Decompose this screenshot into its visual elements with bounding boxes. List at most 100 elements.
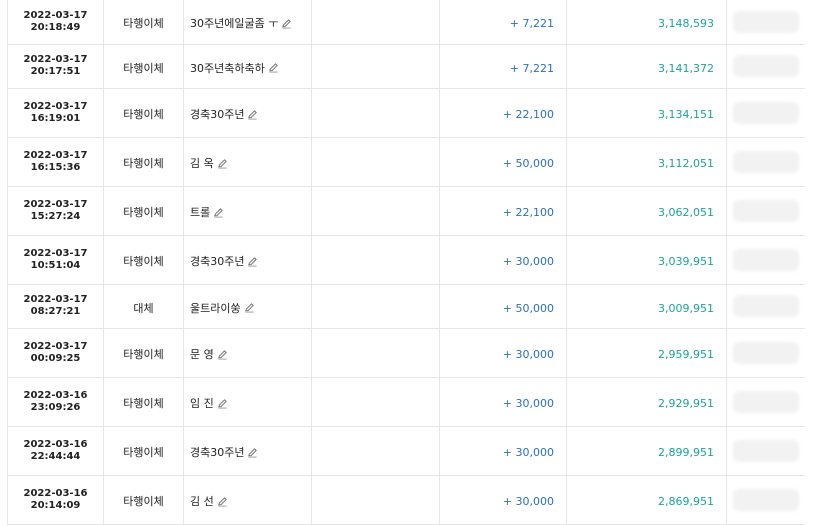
withdrawal-cell [311, 88, 440, 138]
balance-amount: 2,899,951 [658, 446, 714, 459]
transaction-type: 타행이체 [123, 108, 164, 121]
page-margin [805, 0, 835, 526]
transaction-date: 2022-03-17 [23, 247, 88, 259]
transaction-table-body: 2022-03-17 20:18:49 타행이체 30주년에일굴좀 ㅜ + 7,… [7, 0, 807, 525]
type-cell: 대체 [103, 284, 184, 329]
balance-cell: 3,039,951 [566, 235, 727, 285]
pencil-icon[interactable] [217, 398, 228, 409]
type-cell: 타행이체 [103, 44, 184, 89]
transaction-history-panel: 2022-03-17 20:18:49 타행이체 30주년에일굴좀 ㅜ + 7,… [0, 0, 835, 526]
deposit-amount: + 22,100 [502, 206, 554, 219]
table-row: 2022-03-17 16:19:01 타행이체 경축30주년 + 22,100… [7, 88, 807, 138]
transaction-date: 2022-03-17 [23, 100, 88, 112]
pencil-icon[interactable] [213, 207, 224, 218]
balance-amount: 3,134,151 [658, 108, 714, 121]
memo-text: 김 선 [190, 495, 214, 508]
balance-cell: 2,959,951 [566, 328, 727, 378]
deposit-cell: + 30,000 [439, 235, 567, 285]
memo-text: 울트라이쑹 [190, 301, 241, 315]
transaction-date: 2022-03-16 [23, 438, 88, 450]
transaction-type: 타행이체 [123, 157, 164, 170]
deposit-cell: + 30,000 [439, 426, 567, 476]
type-cell: 타행이체 [103, 235, 184, 285]
memo-text: 경축30주년 [190, 108, 245, 121]
date-cell: 2022-03-17 00:09:25 [7, 328, 104, 378]
memo-wrap: 김 선 [184, 493, 228, 509]
redacted-block [733, 10, 799, 33]
withdrawal-cell [311, 426, 440, 476]
redacted-block [733, 390, 799, 413]
transaction-time: 23:09:26 [30, 401, 81, 413]
balance-amount: 3,141,372 [658, 61, 714, 75]
deposit-amount: + 50,000 [502, 301, 554, 315]
pencil-icon[interactable] [247, 256, 258, 267]
transaction-date: 2022-03-17 [23, 294, 88, 305]
table-row: 2022-03-17 00:09:25 타행이체 문 영 + 30,000 2,… [7, 328, 807, 378]
memo-wrap: 김 옥 [184, 155, 228, 171]
pencil-icon[interactable] [217, 349, 228, 360]
redacted-cell [726, 235, 807, 285]
redacted-cell [726, 426, 807, 476]
table-row: 2022-03-16 23:09:26 타행이체 임 진 + 30,000 2,… [7, 377, 807, 427]
memo-cell: 김 선 [183, 475, 312, 525]
balance-cell: 3,112,051 [566, 137, 727, 187]
type-cell: 타행이체 [103, 475, 184, 525]
deposit-cell: + 7,221 [439, 44, 567, 89]
deposit-amount: + 30,000 [502, 348, 554, 361]
balance-amount: 3,039,951 [658, 255, 714, 268]
deposit-cell: + 7,221 [439, 0, 567, 45]
deposit-cell: + 30,000 [439, 475, 567, 525]
withdrawal-cell [311, 137, 440, 187]
table-row: 2022-03-17 20:17:51 타행이체 30주년축하축하 + 7,22… [7, 44, 807, 89]
redacted-cell [726, 0, 807, 45]
transaction-type: 타행이체 [123, 61, 164, 75]
date-cell: 2022-03-17 20:18:49 [7, 0, 104, 45]
transaction-date: 2022-03-16 [23, 487, 88, 499]
deposit-cell: + 30,000 [439, 328, 567, 378]
transaction-type: 타행이체 [123, 397, 164, 410]
memo-cell: 김 옥 [183, 137, 312, 187]
balance-cell: 3,134,151 [566, 88, 727, 138]
memo-cell: 경축30주년 [183, 88, 312, 138]
balance-cell: 3,148,593 [566, 0, 727, 45]
pencil-icon[interactable] [217, 496, 228, 507]
table-row: 2022-03-16 20:14:09 타행이체 김 선 + 30,000 2,… [7, 475, 807, 525]
pencil-icon[interactable] [281, 18, 292, 29]
balance-cell: 2,899,951 [566, 426, 727, 476]
memo-cell: 트롤 [183, 186, 312, 236]
memo-wrap: 30주년축하축하 [184, 60, 279, 76]
date-cell: 2022-03-17 10:51:04 [7, 235, 104, 285]
transaction-type: 타행이체 [123, 495, 164, 508]
balance-amount: 3,112,051 [658, 157, 714, 170]
redacted-block [733, 341, 799, 364]
pencil-icon[interactable] [247, 109, 258, 120]
balance-amount: 3,062,051 [658, 206, 714, 219]
deposit-amount: + 30,000 [502, 495, 554, 508]
balance-cell: 2,929,951 [566, 377, 727, 427]
type-cell: 타행이체 [103, 377, 184, 427]
redacted-block [733, 55, 799, 77]
transaction-time: 16:19:01 [30, 112, 81, 124]
date-cell: 2022-03-16 22:44:44 [7, 426, 104, 476]
memo-wrap: 경축30주년 [184, 253, 258, 269]
withdrawal-cell [311, 235, 440, 285]
transaction-time: 20:14:09 [30, 499, 81, 511]
transaction-type: 타행이체 [123, 348, 164, 361]
pencil-icon[interactable] [244, 302, 255, 313]
memo-text: 30주년에일굴좀 ㅜ [190, 17, 279, 31]
pencil-icon[interactable] [217, 158, 228, 169]
transaction-date: 2022-03-17 [23, 54, 88, 65]
balance-amount: 2,869,951 [658, 495, 714, 508]
deposit-amount: + 7,221 [509, 17, 554, 31]
type-cell: 타행이체 [103, 186, 184, 236]
pencil-icon[interactable] [247, 447, 258, 458]
balance-amount: 2,929,951 [658, 397, 714, 410]
deposit-cell: + 30,000 [439, 377, 567, 427]
transaction-type: 타행이체 [123, 255, 164, 268]
deposit-amount: + 22,100 [502, 108, 554, 121]
date-cell: 2022-03-17 16:15:36 [7, 137, 104, 187]
memo-wrap: 트롤 [184, 204, 224, 220]
table-row: 2022-03-17 10:51:04 타행이체 경축30주년 + 30,000… [7, 235, 807, 285]
pencil-icon[interactable] [268, 62, 279, 73]
type-cell: 타행이체 [103, 0, 184, 45]
